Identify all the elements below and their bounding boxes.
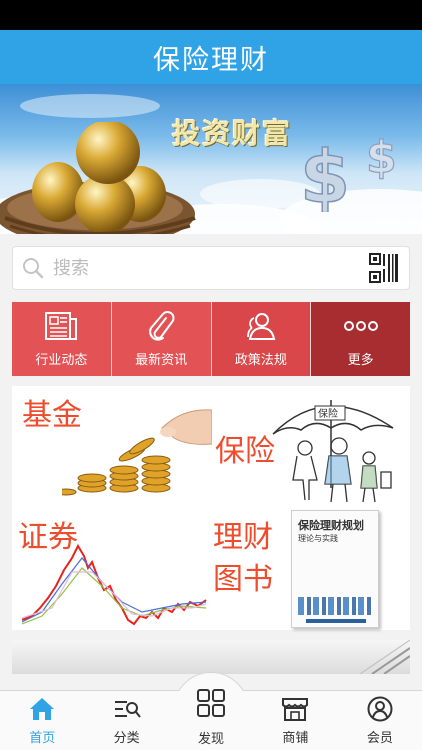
category-grid: 行业动态 最新资讯 政策法规 更多 [12,302,410,376]
status-bar [0,0,422,30]
golden-eggs-nest-image [0,122,196,234]
svg-text:$: $ [300,135,350,212]
category-label: 最新资讯 [135,353,188,368]
umbrella-family-image: 保险 [272,400,394,503]
home-icon [29,694,55,724]
banner-carousel[interactable]: 投资财富 $ $ [0,84,422,234]
tab-category[interactable]: 分类 [84,691,168,750]
category-latest-news[interactable]: 最新资讯 [111,302,212,376]
carousel-dot[interactable] [386,222,392,228]
promo-section: 基金 保险 保险 证券 理财 图书 保险理财规划 理论与实践 [12,386,410,630]
user-icon [367,694,393,724]
category-more[interactable]: 更多 [311,302,410,376]
category-label: 政策法规 [234,353,287,368]
nav-bar: 保险理财 [0,30,422,84]
book-cover-image: 保险理财规划 理论与实践 [291,510,379,628]
promo-books-label-line2: 图书 [213,562,273,597]
dollar-sign-image: $ $ [300,132,397,212]
category-search-icon [113,694,141,724]
tab-label: 会员 [366,731,393,746]
coins-hand-image [62,409,212,496]
tab-label: 首页 [29,731,56,746]
category-policy[interactable]: 政策法规 [211,302,312,376]
tab-label: 商铺 [282,731,309,746]
promo-books[interactable]: 理财 图书 保险理财规划 理论与实践 [211,508,410,630]
people-icon [244,310,278,342]
grid-icon [196,688,226,722]
carousel-dot-active[interactable] [396,222,402,228]
paperclip-icon [146,310,176,342]
promo-books-label-line1: 理财 [213,520,273,555]
tab-label: 发现 [197,732,224,747]
promo-securities[interactable]: 证券 [12,508,211,630]
banner-caption: 投资财富 [172,117,293,150]
svg-text:保险: 保险 [318,407,338,420]
shop-icon [281,694,309,724]
svg-text:$: $ [366,132,397,183]
banner-strip[interactable] [12,639,411,675]
carousel-dot[interactable] [406,222,412,228]
search-icon [13,246,53,290]
category-label: 更多 [347,353,374,368]
book-title: 保险理财规划 [298,519,364,532]
carousel-dots[interactable] [376,222,412,228]
search-input[interactable] [53,257,353,279]
book-subtitle: 理论与实践 [298,534,338,543]
stock-chart-image [22,543,207,626]
tab-label: 分类 [113,731,140,746]
carousel-dot[interactable] [376,222,382,228]
category-label: 行业动态 [35,353,88,368]
tab-discover[interactable]: 发现 [168,680,254,750]
tab-shop[interactable]: 商铺 [253,691,337,750]
tab-member[interactable]: 会员 [338,691,422,750]
strip-decoration [359,639,411,675]
page-title: 保险理财 [153,44,269,76]
qr-code-icon[interactable] [369,253,399,287]
more-dots-icon [343,310,379,342]
newspaper-icon [44,310,78,342]
promo-fund[interactable]: 基金 [12,386,212,508]
promo-insurance[interactable]: 保险 保险 [211,386,410,508]
tab-home[interactable]: 首页 [0,691,84,750]
category-industry-news[interactable]: 行业动态 [12,302,112,376]
search-bar[interactable] [12,246,410,290]
